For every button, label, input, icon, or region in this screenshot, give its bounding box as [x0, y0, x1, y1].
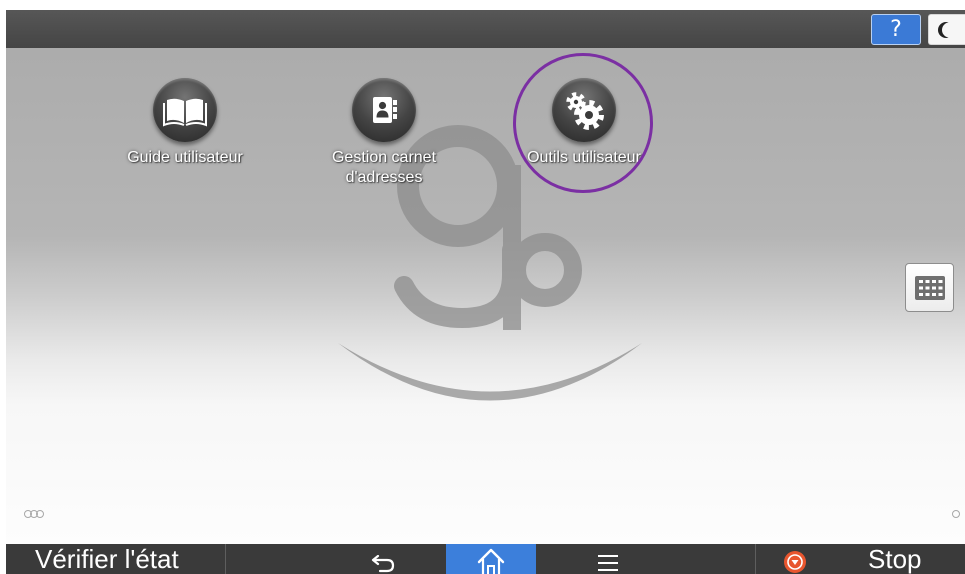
help-icon: ? [890, 17, 902, 42]
home-button[interactable] [446, 544, 536, 574]
book-icon [163, 98, 207, 127]
page-indicator-left [24, 510, 48, 519]
menu-icon [598, 555, 618, 571]
app-label-line: Gestion carnet [331, 149, 437, 166]
address-book-icon [373, 97, 397, 123]
app-grid-icon [915, 276, 945, 300]
home-icon [477, 548, 505, 574]
app-gestion-carnet-adresses[interactable]: Gestion carnet d'adresses [304, 78, 464, 194]
page-dot [36, 510, 44, 518]
app-icon-button[interactable] [153, 78, 217, 142]
back-arrow-icon [371, 555, 395, 573]
help-button[interactable]: ? [871, 14, 921, 45]
stop-label: Stop [868, 544, 922, 574]
device-screen: ? Guide utilisateur Gestion carnet d'adr… [6, 10, 965, 574]
top-bar: ? [6, 10, 965, 48]
app-label-line: d'adresses [345, 169, 423, 186]
app-guide-utilisateur[interactable]: Guide utilisateur [105, 78, 265, 194]
app-label: Gestion carnet d'adresses [304, 148, 464, 188]
check-status-button[interactable]: Vérifier l'état [6, 544, 225, 574]
annotation-circle [513, 53, 653, 193]
bottom-bar: Vérifier l'état Stop [6, 544, 965, 574]
app-label: Guide utilisateur [105, 148, 265, 168]
app-icon-button[interactable] [352, 78, 416, 142]
energy-saver-button[interactable] [928, 14, 965, 45]
back-button[interactable] [362, 544, 404, 574]
app-label-line: Guide utilisateur [127, 149, 243, 166]
divider [225, 544, 226, 574]
app-list-button[interactable] [905, 263, 954, 312]
page-dot [952, 510, 960, 518]
stop-icon [784, 551, 806, 573]
moon-icon [938, 22, 957, 38]
check-status-label: Vérifier l'état [35, 544, 179, 574]
stop-button[interactable]: Stop [756, 544, 965, 574]
page-indicator-right [952, 510, 960, 519]
menu-button[interactable] [590, 544, 626, 574]
